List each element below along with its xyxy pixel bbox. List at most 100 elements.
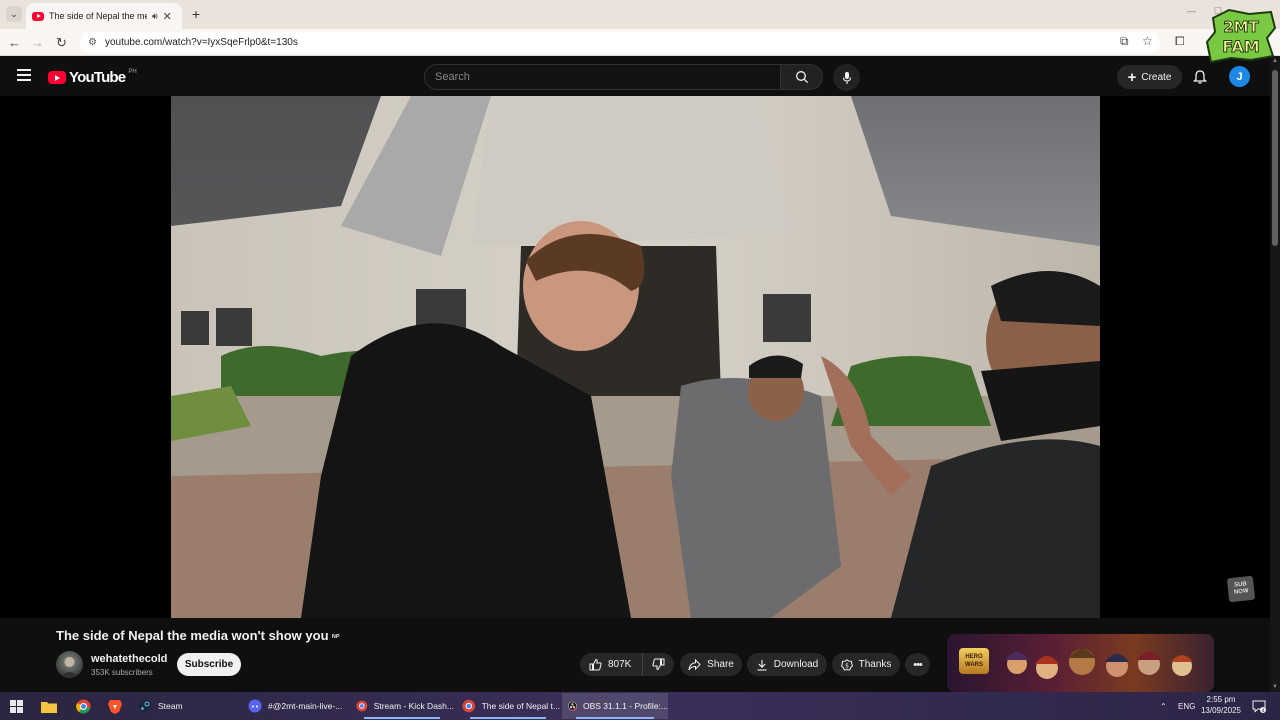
channel-subscribers: 353K subscribers bbox=[91, 668, 153, 677]
share-label: Share bbox=[707, 659, 734, 670]
youtube-play-icon bbox=[48, 71, 66, 84]
file-explorer-button[interactable] bbox=[40, 697, 58, 715]
subscribe-watermark[interactable]: SUB NOW bbox=[1226, 575, 1256, 603]
youtube-header: YouTube PH Search + Create J bbox=[0, 56, 1280, 96]
address-url: youtube.com/watch?v=IyxSqeFrlp0&t=130s bbox=[104, 37, 298, 48]
clock-time: 2:55 pm bbox=[1206, 695, 1236, 704]
microphone-icon bbox=[842, 71, 851, 84]
channel-name[interactable]: wehatethecold bbox=[91, 653, 167, 665]
address-bar[interactable]: ⚙︎ youtube.com/watch?v=IyxSqeFrlp0&t=130… bbox=[80, 32, 1160, 53]
clock-date: 13/09/2025 bbox=[1200, 706, 1242, 715]
hamburger-menu-icon[interactable] bbox=[17, 69, 31, 81]
steam-icon bbox=[138, 699, 152, 713]
new-tab-button[interactable]: + bbox=[188, 6, 204, 22]
search-bar: Search bbox=[424, 64, 824, 90]
notification-center-icon[interactable]: 4 bbox=[1252, 699, 1266, 713]
share-button[interactable]: Share bbox=[680, 653, 742, 676]
back-button[interactable]: ← bbox=[6, 34, 23, 51]
browser-tab-bar: ⌄ The side of Nepal the media 🔊︎ ✕ + —☐ bbox=[0, 0, 1280, 29]
brave-taskbar-button[interactable] bbox=[106, 697, 124, 715]
super-thanks-icon: $ bbox=[840, 658, 853, 671]
taskbar-item-steam[interactable]: Steam bbox=[132, 693, 236, 719]
video-scene-image bbox=[171, 96, 1100, 618]
svg-text:$: $ bbox=[845, 662, 849, 669]
fam-overlay-logo: 2MT FAM bbox=[1205, 8, 1277, 64]
svg-text:2MT: 2MT bbox=[1223, 18, 1259, 36]
install-app-icon[interactable]: ⧉ bbox=[1120, 34, 1129, 49]
youtube-favicon-icon bbox=[32, 11, 44, 21]
download-button[interactable]: Download bbox=[747, 653, 827, 676]
scroll-down-icon[interactable]: ▼ bbox=[1272, 684, 1278, 690]
taskbar-item-obs[interactable]: OBS 31.1.1 - Profile:... bbox=[562, 693, 668, 719]
chrome-icon bbox=[462, 699, 476, 713]
close-tab-icon[interactable]: ✕ bbox=[163, 10, 172, 23]
like-button[interactable]: 807K bbox=[580, 653, 643, 676]
ad-banner[interactable]: HERO WARS bbox=[947, 634, 1214, 692]
language-indicator[interactable]: ENG bbox=[1178, 692, 1195, 720]
search-button[interactable] bbox=[781, 64, 823, 90]
create-label: Create bbox=[1141, 71, 1172, 83]
speaker-icon[interactable]: 🔊︎ bbox=[152, 11, 158, 22]
reload-icon: ↻ bbox=[56, 35, 67, 50]
bookmark-star-icon[interactable]: ☆ bbox=[1142, 34, 1153, 48]
site-info-icon[interactable]: ⚙︎ bbox=[88, 37, 97, 48]
country-code: PH bbox=[128, 68, 137, 75]
extensions-icon[interactable]: ⧠ bbox=[1175, 34, 1185, 49]
ad-logo: HERO WARS bbox=[959, 648, 989, 674]
browser-tab-active[interactable]: The side of Nepal the media 🔊︎ ✕ bbox=[26, 3, 182, 29]
reload-button[interactable]: ↻ bbox=[53, 34, 70, 51]
video-title-text: The side of Nepal the media won't show y… bbox=[56, 628, 329, 643]
youtube-logo[interactable]: YouTube PH bbox=[48, 69, 137, 86]
arrow-right-icon: → bbox=[31, 35, 44, 50]
more-actions-button[interactable]: ••• bbox=[905, 653, 930, 676]
discord-icon bbox=[248, 699, 262, 713]
tray-overflow-button[interactable]: ⌃ bbox=[1160, 692, 1167, 720]
notification-count: 4 bbox=[1262, 708, 1265, 713]
windows-taskbar: Steam #@2mt-main-live-... Stream - Kick … bbox=[0, 692, 1280, 720]
account-avatar[interactable]: J bbox=[1229, 66, 1250, 87]
svg-text:FAM: FAM bbox=[1222, 37, 1259, 56]
notifications-bell-icon[interactable] bbox=[1192, 69, 1208, 85]
taskbar-item-chrome-kick[interactable]: Stream - Kick Dash... bbox=[350, 693, 454, 719]
video-title: The side of Nepal the media won't show y… bbox=[56, 628, 340, 643]
thumbs-down-icon bbox=[652, 658, 665, 671]
page-scrollbar[interactable]: ▲ ▼ bbox=[1270, 56, 1280, 692]
tab-title: The side of Nepal the media bbox=[49, 11, 147, 21]
windows-logo-icon bbox=[9, 699, 23, 713]
arrow-left-icon: ← bbox=[8, 35, 21, 50]
voice-search-button[interactable] bbox=[833, 64, 860, 91]
download-label: Download bbox=[773, 659, 819, 670]
chrome-taskbar-button[interactable] bbox=[74, 697, 92, 715]
download-icon bbox=[757, 659, 767, 671]
forward-button[interactable]: → bbox=[29, 34, 46, 51]
thanks-label: Thanks bbox=[858, 659, 892, 670]
brave-lion-icon bbox=[108, 699, 122, 714]
search-input[interactable]: Search bbox=[424, 64, 781, 90]
more-horizontal-icon: ••• bbox=[913, 658, 923, 671]
browser-toolbar: ← → ↻ ⚙︎ youtube.com/watch?v=IyxSqeFrlp0… bbox=[0, 29, 1280, 56]
dislike-button[interactable] bbox=[643, 653, 674, 676]
create-button[interactable]: + Create bbox=[1117, 65, 1182, 89]
video-frame[interactable] bbox=[171, 96, 1100, 618]
plus-icon: + bbox=[1127, 68, 1137, 86]
taskbar-item-chrome-nepal[interactable]: The side of Nepal t... bbox=[456, 693, 560, 719]
video-title-flag: ᴺᴾ bbox=[332, 633, 340, 642]
tab-search-button[interactable]: ⌄ bbox=[6, 6, 22, 22]
subscribe-button[interactable]: Subscribe bbox=[177, 653, 241, 676]
channel-avatar[interactable] bbox=[56, 651, 83, 678]
folder-icon bbox=[41, 701, 57, 713]
youtube-wordmark: YouTube bbox=[69, 69, 126, 86]
thumbs-up-icon bbox=[589, 658, 602, 671]
taskbar-item-discord[interactable]: #@2mt-main-live-... bbox=[242, 693, 346, 719]
share-arrow-icon bbox=[688, 658, 701, 670]
thanks-button[interactable]: $ Thanks bbox=[832, 653, 900, 676]
start-button[interactable] bbox=[7, 697, 25, 715]
scrollbar-thumb[interactable] bbox=[1272, 70, 1278, 246]
chrome-icon bbox=[75, 699, 90, 713]
like-count: 807K bbox=[608, 659, 632, 670]
taskbar-clock[interactable]: 2:55 pm 13/09/2025 bbox=[1198, 694, 1244, 716]
chrome-icon bbox=[356, 700, 368, 712]
channel-avatar-image bbox=[60, 657, 79, 678]
obs-icon bbox=[568, 701, 577, 711]
search-icon bbox=[795, 71, 808, 84]
